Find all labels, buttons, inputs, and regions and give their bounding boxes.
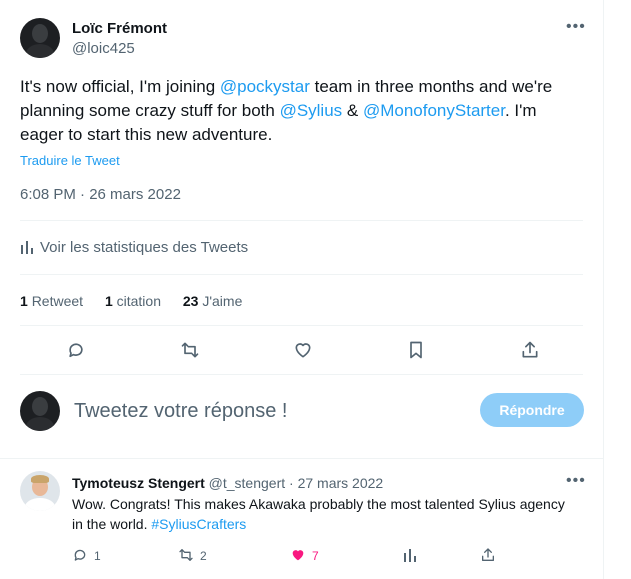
- reply-reply-button[interactable]: 1: [72, 547, 101, 563]
- bar-chart-icon: [404, 549, 416, 562]
- submit-reply-button[interactable]: Répondre: [480, 393, 584, 427]
- hashtag-syliuscrafters[interactable]: #SyliusCrafters: [151, 516, 246, 532]
- reply-more-options-icon[interactable]: •••: [566, 473, 586, 489]
- bookmark-button[interactable]: [406, 340, 428, 362]
- engagement-counts: 1 Retweet 1 citation 23 J'aime: [20, 293, 260, 309]
- retweet-button[interactable]: [180, 340, 202, 362]
- tweet-text: It's now official, I'm joining @pockysta…: [20, 77, 553, 144]
- divider: [20, 220, 583, 221]
- reply-author-avatar[interactable]: [20, 471, 60, 511]
- divider: [0, 458, 603, 459]
- bar-chart-icon: [21, 241, 33, 254]
- bookmark-icon: [410, 341, 422, 359]
- retweet-icon: [179, 549, 193, 561]
- tweet-stats-link[interactable]: Voir les statistiques des Tweets: [20, 239, 248, 256]
- more-options-icon[interactable]: •••: [566, 19, 586, 35]
- reply-button[interactable]: [66, 340, 88, 362]
- author-name[interactable]: Loïc Frémont: [72, 20, 167, 37]
- like-count[interactable]: 23 J'aime: [183, 293, 243, 309]
- comment-icon: [74, 549, 86, 561]
- reply-header: Tymoteusz Stengert @t_stengert · 27 mars…: [72, 475, 383, 491]
- reply-share-button[interactable]: [480, 547, 502, 563]
- comment-icon: [69, 343, 83, 358]
- reply-stats-button[interactable]: [402, 547, 424, 563]
- share-icon: [522, 341, 538, 358]
- tweet-detail-panel: Loïc Frémont @loic425 ••• It's now offic…: [0, 0, 604, 579]
- reply-retweet-button[interactable]: 2: [178, 547, 207, 563]
- divider: [20, 325, 583, 326]
- author-avatar[interactable]: [20, 18, 60, 58]
- divider: [20, 274, 583, 275]
- mention-sylius[interactable]: @Sylius: [280, 101, 343, 120]
- tweet-stats-label: Voir les statistiques des Tweets: [40, 239, 249, 256]
- reply-author-name[interactable]: Tymoteusz Stengert: [72, 475, 205, 491]
- heart-icon: [292, 550, 304, 561]
- reply-like-button[interactable]: 7: [290, 547, 319, 563]
- like-button[interactable]: [293, 340, 315, 362]
- reply-text: Wow. Congrats! This makes Akawaka probab…: [72, 496, 565, 532]
- author-handle[interactable]: @loic425: [72, 40, 135, 57]
- retweet-icon: [181, 342, 199, 358]
- divider: [20, 374, 583, 375]
- reply-author-handle[interactable]: @t_stengert: [209, 475, 285, 491]
- heart-icon: [295, 343, 311, 358]
- retweet-count[interactable]: 1 Retweet: [20, 293, 83, 309]
- tweet-timestamp[interactable]: 6:08 PM · 26 mars 2022: [20, 186, 181, 203]
- share-button[interactable]: [520, 340, 542, 362]
- mention-monofonystarter[interactable]: @MonofonyStarter: [363, 101, 505, 120]
- mention-pockystar[interactable]: @pockystar: [220, 77, 310, 96]
- quote-count[interactable]: 1 citation: [105, 293, 161, 309]
- current-user-avatar[interactable]: [20, 391, 60, 431]
- reply-date[interactable]: · 27 mars 2022: [289, 475, 383, 491]
- share-icon: [482, 548, 494, 561]
- reply-input[interactable]: Tweetez votre réponse !: [74, 400, 287, 423]
- translate-tweet-link[interactable]: Traduire le Tweet: [20, 153, 120, 168]
